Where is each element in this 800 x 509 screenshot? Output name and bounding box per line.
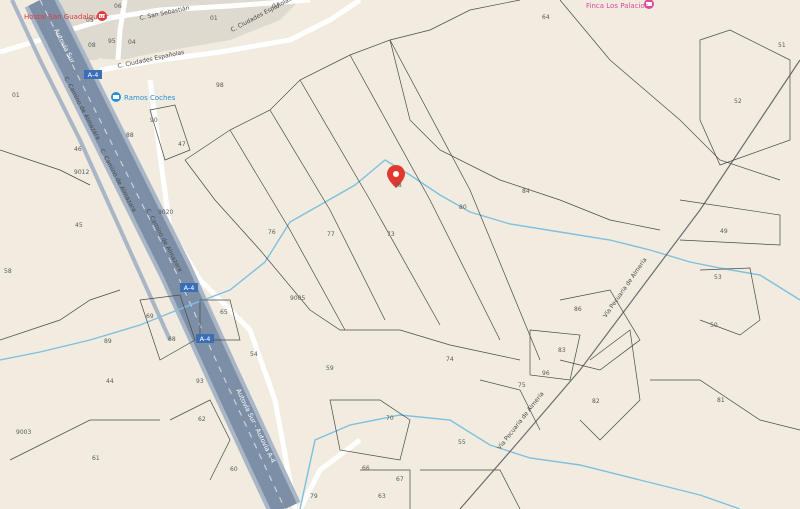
parcel-label: 05 bbox=[86, 17, 94, 24]
parcel-label: 06 bbox=[114, 3, 122, 10]
parcel-label: 59 bbox=[326, 365, 334, 372]
svg-text:A-4: A-4 bbox=[184, 284, 195, 292]
parcel-label: 46 bbox=[74, 146, 82, 153]
parcel-label: 82 bbox=[592, 398, 600, 405]
parcel-label: 95 bbox=[108, 38, 116, 45]
highway-shield-a: A-4 bbox=[180, 283, 198, 292]
parcel-label: 76 bbox=[268, 229, 276, 236]
car-shop-icon[interactable] bbox=[111, 92, 121, 102]
parcel-label: 79 bbox=[310, 493, 318, 500]
parcel-label: 9012 bbox=[74, 169, 89, 176]
parcel-label: 66 bbox=[362, 465, 370, 472]
parcel-label: 88 bbox=[126, 132, 134, 139]
parcel-label: 81 bbox=[717, 397, 725, 404]
parcel-label: 96 bbox=[542, 370, 550, 377]
hotel-label[interactable]: Hostal San Guadalquivir bbox=[24, 13, 109, 21]
parcel-label: 9020 bbox=[158, 209, 173, 216]
parcel-label: 69 bbox=[146, 313, 154, 320]
parcel-label: 52 bbox=[734, 98, 742, 105]
parcel-label: 01 bbox=[210, 15, 218, 22]
parcel-label: 49 bbox=[720, 228, 728, 235]
highway-shield-top: A-4 bbox=[84, 70, 102, 79]
shop-label[interactable]: Ramos Coches bbox=[124, 94, 176, 102]
parcel-label: 53 bbox=[714, 274, 722, 281]
highway-shield-b: A-4 bbox=[196, 334, 214, 343]
parcel-label: 98 bbox=[216, 82, 224, 89]
parcel-label: 70 bbox=[386, 415, 394, 422]
svg-text:A-4: A-4 bbox=[88, 71, 99, 79]
finca-label[interactable]: Finca Los Palacios bbox=[586, 2, 649, 10]
parcel-label: 04 bbox=[128, 39, 136, 46]
parcel-label: 9005 bbox=[290, 295, 305, 302]
parcel-label: 51 bbox=[778, 42, 786, 49]
parcel-label: 83 bbox=[558, 347, 566, 354]
parcel-label: 64 bbox=[542, 14, 550, 21]
parcel-label: 86 bbox=[574, 306, 582, 313]
parcel-label: 80 bbox=[459, 204, 467, 211]
parcel-label: 75 bbox=[518, 382, 526, 389]
parcel-label: 44 bbox=[106, 378, 114, 385]
parcel-label: 90 bbox=[150, 117, 158, 124]
parcel-label: 50 bbox=[710, 322, 718, 329]
parcel-label: 60 bbox=[230, 466, 238, 473]
parcel-label: 93 bbox=[196, 378, 204, 385]
parcel-label: 62 bbox=[198, 416, 206, 423]
parcel-label: 03 bbox=[272, 3, 280, 10]
parcel-label: 9003 bbox=[16, 429, 31, 436]
parcel-label: 68 bbox=[168, 336, 176, 343]
parcel-label: 77 bbox=[327, 231, 335, 238]
parcel-label: 55 bbox=[458, 439, 466, 446]
parcel-label: 58 bbox=[4, 268, 12, 275]
parcel-label: 78 bbox=[394, 182, 402, 189]
parcel-label: 47 bbox=[178, 141, 186, 148]
land-background bbox=[0, 0, 800, 509]
parcel-label: 89 bbox=[104, 338, 112, 345]
svg-text:A-4: A-4 bbox=[200, 335, 211, 343]
parcel-label: 65 bbox=[220, 309, 228, 316]
parcel-label: 08 bbox=[88, 42, 96, 49]
parcel-label: 84 bbox=[522, 188, 530, 195]
parcel-label: 01 bbox=[12, 92, 20, 99]
parcel-label: 61 bbox=[92, 455, 100, 462]
map-canvas: A-4 A-4 A-4 Autovía Sur Autovía Sur - Au… bbox=[0, 0, 800, 509]
parcel-label: 73 bbox=[387, 231, 395, 238]
parcel-label: 67 bbox=[396, 476, 404, 483]
parcel-label: 45 bbox=[75, 222, 83, 229]
parcel-label: 63 bbox=[378, 493, 386, 500]
parcel-label: 54 bbox=[250, 351, 258, 358]
cadastral-map[interactable]: A-4 A-4 A-4 Autovía Sur Autovía Sur - Au… bbox=[0, 0, 800, 509]
parcel-label: 74 bbox=[446, 356, 454, 363]
